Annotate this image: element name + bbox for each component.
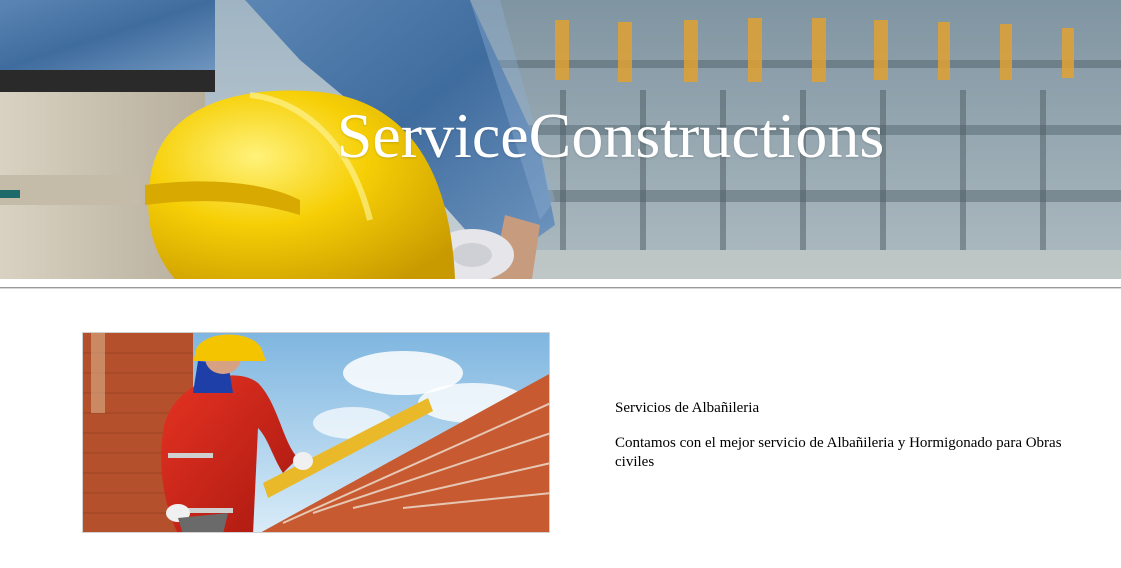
bricklayer-image: [83, 333, 549, 532]
service-image: [82, 332, 550, 533]
service-info: Servicios de Albañileria Contamos con el…: [615, 399, 1085, 488]
service-title: Servicios de Albañileria: [615, 400, 760, 416]
header-divider: [0, 287, 1121, 289]
service-description: Contamos con el mejor servicio de Albañi…: [615, 435, 1062, 470]
hero-banner: ServiceConstructions: [0, 0, 1121, 279]
site-title: ServiceConstructions: [336, 100, 885, 171]
